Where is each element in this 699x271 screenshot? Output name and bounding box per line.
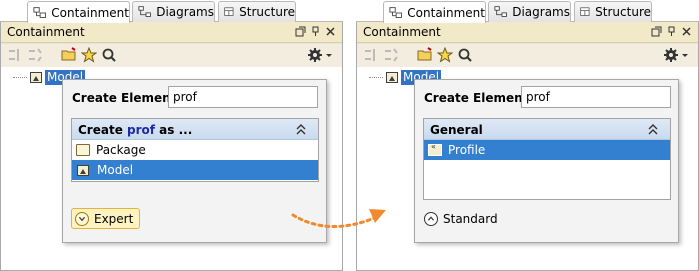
float-icon[interactable] (651, 26, 662, 37)
tab-label: Containment (407, 5, 485, 20)
collapse-mode-icon (424, 211, 438, 226)
diagrams-icon (494, 6, 507, 17)
expand-all-icon[interactable] (383, 47, 399, 63)
collapse-chevrons-icon[interactable] (648, 124, 658, 135)
standard-button-label: Standard (443, 211, 498, 226)
right-containment-panel: Containment Diagrams Structure Containme… (356, 0, 699, 271)
model-icon (77, 164, 89, 176)
create-element-popup: Create Element: General Profile Standard (414, 79, 679, 243)
folder-icon (76, 144, 90, 156)
search-icon[interactable] (101, 47, 117, 63)
panel-title: Containment (7, 25, 85, 39)
model-icon (30, 71, 42, 83)
panel-toolbar (1, 44, 342, 67)
create-element-label: Create Element: (424, 91, 534, 105)
open-folder-icon[interactable] (417, 47, 433, 63)
tab-diagrams[interactable]: Diagrams (488, 1, 571, 22)
tab-diagrams[interactable]: Diagrams (132, 1, 215, 22)
tab-label: Diagrams (512, 5, 570, 19)
tab-containment[interactable]: Containment (383, 1, 486, 23)
tab-structure[interactable]: Structure (218, 1, 296, 22)
search-icon[interactable] (457, 47, 473, 63)
tab-bar: Containment Diagrams Structure (0, 0, 343, 23)
profile-icon (428, 142, 442, 156)
tab-label: Containment (51, 5, 129, 20)
list-item-label: Model (97, 163, 134, 177)
list-header: Create prof as ... (72, 119, 318, 140)
tree-connector (369, 76, 383, 78)
collapse-all-icon[interactable] (7, 47, 23, 63)
panel-toolbar (357, 44, 698, 67)
standard-button[interactable]: Standard (424, 208, 498, 229)
tab-label: Structure (239, 5, 295, 19)
list-header-text: General (430, 123, 483, 137)
structure-icon (224, 7, 234, 16)
panel-title-bar: Containment (357, 22, 698, 43)
structure-icon (580, 7, 590, 16)
open-folder-icon[interactable] (61, 47, 77, 63)
list-item-label: Package (96, 143, 146, 157)
list-item-profile[interactable]: Profile (424, 140, 670, 160)
create-element-popup: Create Element: Create prof as ... Packa… (62, 79, 327, 243)
close-icon[interactable] (681, 26, 692, 37)
panel-title-bar: Containment (1, 22, 342, 43)
panel-title: Containment (363, 25, 441, 39)
collapse-chevrons-icon[interactable] (296, 124, 306, 135)
pin-icon[interactable] (666, 26, 677, 37)
float-icon[interactable] (295, 26, 306, 37)
transition-arrow (291, 209, 386, 228)
expert-button[interactable]: Expert (71, 208, 141, 229)
tab-bar: Containment Diagrams Structure (356, 0, 699, 23)
list-item-label: Profile (448, 143, 486, 157)
expand-all-icon[interactable] (27, 47, 43, 63)
collapse-all-icon[interactable] (363, 47, 379, 63)
expert-button-label: Expert (94, 211, 134, 226)
tab-label: Structure (595, 5, 651, 19)
chevron-down-icon[interactable] (325, 47, 333, 63)
containment-icon (389, 6, 402, 18)
chevron-down-icon[interactable] (681, 47, 689, 63)
diagrams-icon (138, 6, 151, 17)
general-list: General Profile (423, 118, 671, 200)
close-icon[interactable] (325, 26, 336, 37)
model-icon (386, 71, 398, 83)
list-header-text: Create prof as ... (78, 123, 193, 137)
create-element-input[interactable] (521, 86, 671, 108)
create-element-input[interactable] (168, 86, 318, 108)
expand-mode-icon (75, 211, 89, 226)
tab-label: Diagrams (156, 5, 214, 19)
tab-structure[interactable]: Structure (574, 1, 652, 22)
containment-icon (33, 6, 46, 18)
list-item-model[interactable]: Model (72, 160, 318, 180)
gear-icon[interactable] (307, 47, 323, 63)
create-as-list: Create prof as ... Package Model (71, 118, 319, 182)
list-item-package[interactable]: Package (72, 140, 318, 160)
list-header: General (424, 119, 670, 140)
star-icon[interactable] (81, 47, 97, 63)
create-element-label: Create Element: (72, 91, 182, 105)
tab-containment[interactable]: Containment (27, 1, 130, 23)
tree-connector (13, 76, 27, 78)
star-icon[interactable] (437, 47, 453, 63)
pin-icon[interactable] (310, 26, 321, 37)
gear-icon[interactable] (663, 47, 679, 63)
